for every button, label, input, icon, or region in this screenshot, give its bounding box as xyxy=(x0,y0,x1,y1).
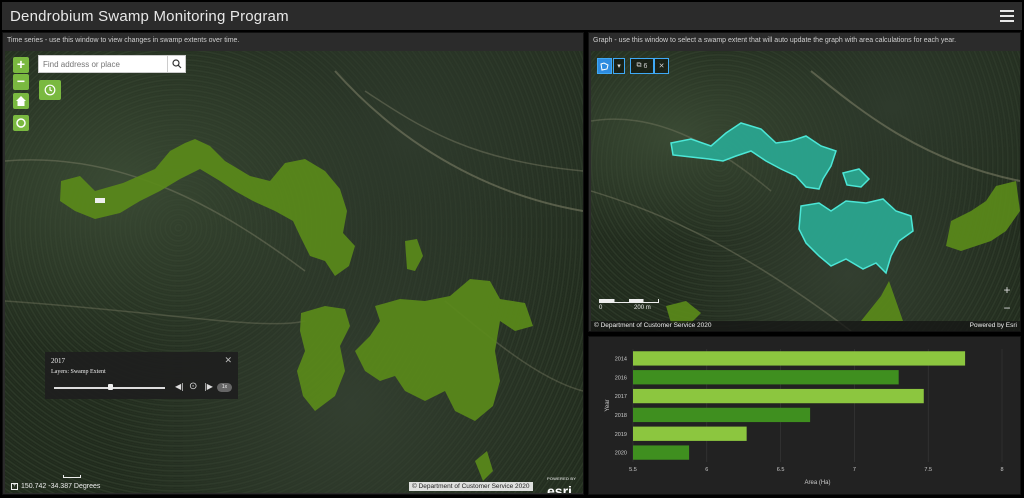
y-tick-label: 2018 xyxy=(615,413,627,419)
selected-swamp-layer xyxy=(591,70,1020,331)
next-icon[interactable]: |▶ xyxy=(204,382,213,391)
locate-button[interactable] xyxy=(13,115,29,131)
close-icon[interactable]: ✕ xyxy=(224,355,232,366)
select-polygon-icon xyxy=(600,61,609,71)
layers-icon: ⧉ xyxy=(636,62,642,69)
y-tick-label: 2016 xyxy=(615,375,627,381)
app-header: Dendrobium Swamp Monitoring Program xyxy=(2,2,1022,30)
time-slider-year: 2017 xyxy=(51,357,65,365)
graph-selection-panel: Graph - use this window to select a swam… xyxy=(588,32,1021,332)
home-icon xyxy=(16,96,26,106)
app-title: Dendrobium Swamp Monitoring Program xyxy=(10,7,289,25)
bar-2018 xyxy=(633,407,811,423)
home-button[interactable] xyxy=(13,93,29,109)
zoom-out-button[interactable]: − xyxy=(13,74,29,90)
esri-logo[interactable]: POWERED BY esri xyxy=(547,473,576,493)
scale-bar: 0 200 m xyxy=(599,299,659,311)
swamp-polygon xyxy=(475,451,493,481)
speed-button[interactable]: 1x xyxy=(217,383,232,392)
swamp-polygon xyxy=(297,306,350,411)
search-icon xyxy=(171,59,181,69)
y-tick-label: 2019 xyxy=(615,432,627,438)
crosshair-icon[interactable]: + xyxy=(11,483,18,490)
swamp-extent-layer xyxy=(5,70,583,481)
time-slider-track[interactable] xyxy=(54,384,165,390)
select-tool-dropdown[interactable]: ▾ xyxy=(613,58,625,74)
scale-bar xyxy=(63,475,81,478)
x-tick-label: 5.5 xyxy=(629,467,637,473)
play-icon[interactable]: ⊙ xyxy=(189,381,197,392)
x-axis-label: Area (Ha) xyxy=(804,480,830,486)
powered-by-esri[interactable]: Powered by Esri xyxy=(970,321,1017,331)
swamp-polygon xyxy=(946,181,1020,251)
swamp-polygon xyxy=(861,281,903,321)
graph-panel-title: Graph - use this window to select a swam… xyxy=(593,37,957,44)
selected-swamp-polygon xyxy=(842,168,871,188)
search-input[interactable] xyxy=(39,56,167,72)
selection-count-button[interactable]: ⧉ 6 xyxy=(630,58,654,74)
x-tick-label: 7.5 xyxy=(924,467,932,473)
map-attribution: © Department of Customer Service 2020 xyxy=(409,482,533,491)
bar-2020 xyxy=(633,445,690,460)
zoom-in-button[interactable]: + xyxy=(13,57,29,73)
x-tick-label: 6 xyxy=(705,467,708,473)
clock-icon xyxy=(44,84,56,96)
map-attribution: © Department of Customer Service 2020 xyxy=(594,322,712,329)
zoom-in-button[interactable]: + xyxy=(999,283,1015,299)
previous-icon[interactable]: ◀| xyxy=(175,382,184,391)
time-slider-toggle-button[interactable] xyxy=(39,80,61,100)
x-tick-label: 8 xyxy=(1000,467,1003,473)
zoom-out-button[interactable]: − xyxy=(999,301,1015,317)
map-attribution-bar: © Department of Customer Service 2020 Po… xyxy=(591,321,1020,331)
time-series-panel-title: Time series - use this window to view ch… xyxy=(7,37,240,44)
locate-icon xyxy=(16,118,26,128)
selected-swamp-polygon xyxy=(798,198,914,275)
selection-count: 6 xyxy=(643,62,648,70)
y-tick-label: 2020 xyxy=(615,451,627,457)
x-tick-label: 6.5 xyxy=(777,467,785,473)
close-icon: ✕ xyxy=(658,63,665,70)
x-tick-label: 7 xyxy=(853,467,856,473)
coordinate-readout: + 150.742 -34.387 Degrees xyxy=(11,483,100,490)
y-tick-label: 2014 xyxy=(615,356,627,362)
bar-2019 xyxy=(633,426,747,441)
time-series-map[interactable]: + − 2017 ✕ Layers: Swamp Extent ◀| ⊙ | xyxy=(5,51,583,493)
y-axis-label: Year xyxy=(605,399,611,411)
swamp-polygon xyxy=(405,239,423,271)
swamp-polygon xyxy=(666,301,701,323)
y-tick-label: 2017 xyxy=(615,394,627,400)
select-tool-button[interactable] xyxy=(597,58,612,74)
hamburger-menu-icon[interactable] xyxy=(1000,10,1014,22)
search-button[interactable] xyxy=(167,56,185,72)
time-slider-widget: 2017 ✕ Layers: Swamp Extent ◀| ⊙ |▶ 1x xyxy=(45,352,238,399)
time-slider-layers: Layers: Swamp Extent xyxy=(51,369,106,375)
clear-selection-button[interactable]: ✕ xyxy=(654,58,669,74)
time-slider-thumb[interactable] xyxy=(107,384,113,390)
area-bar-chart: 5.5 6 6.5 7 7.5 8 2014 2016 2017 2018 2019 2020 Area… xyxy=(605,349,1004,486)
bar-2016 xyxy=(633,370,899,385)
bar-2014 xyxy=(633,351,966,366)
graph-selection-map[interactable]: ▾ ⧉ 6 ✕ + − 0 200 m © Department of Custo… xyxy=(591,51,1020,331)
coordinate-text: 150.742 -34.387 Degrees xyxy=(21,483,101,490)
area-chart-panel: 5.5 6 6.5 7 7.5 8 2014 2016 2017 2018 2019 2020 Area… xyxy=(588,336,1021,495)
selected-swamp-polygon xyxy=(670,122,837,190)
bar-2017 xyxy=(633,388,924,404)
time-series-panel: Time series - use this window to view ch… xyxy=(2,32,584,495)
search-widget xyxy=(38,55,186,73)
